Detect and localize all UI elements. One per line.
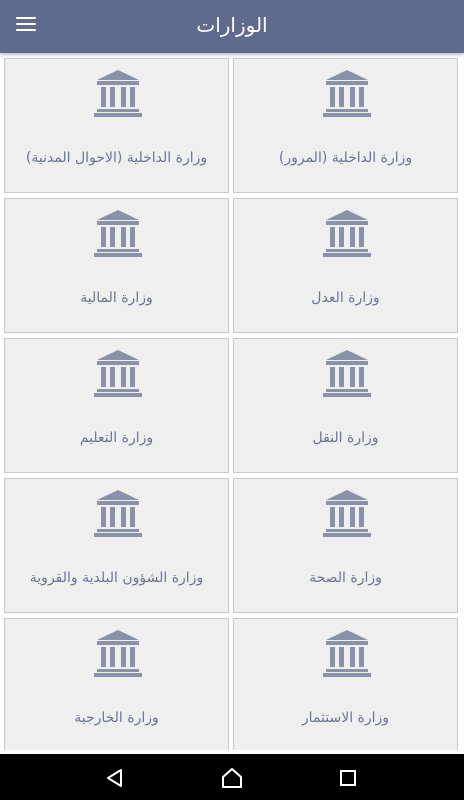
bank-building-icon bbox=[94, 490, 142, 537]
recents-square-icon[interactable] bbox=[337, 767, 359, 789]
bank-building-icon bbox=[94, 70, 142, 117]
ministry-label: وزارة الخارجية bbox=[74, 710, 159, 726]
back-triangle-icon[interactable] bbox=[104, 767, 126, 789]
ministry-label: وزارة الشؤون البلدية والقروية bbox=[29, 570, 204, 586]
ministry-label: وزارة الداخلية (الاحوال المدنية) bbox=[25, 150, 208, 166]
ministry-label: وزارة الداخلية (المرور) bbox=[278, 150, 413, 166]
ministry-card[interactable]: وزارة النقل bbox=[233, 338, 458, 473]
ministry-card[interactable]: وزارة الشؤون البلدية والقروية bbox=[4, 478, 229, 613]
bank-building-icon bbox=[94, 350, 142, 397]
bank-building-icon bbox=[323, 490, 371, 537]
ministry-card[interactable]: وزارة الداخلية (الاحوال المدنية) bbox=[4, 58, 229, 193]
bank-building-icon bbox=[323, 70, 371, 117]
ministry-label: وزارة النقل bbox=[312, 430, 379, 446]
ministry-card[interactable]: وزارة الخارجية bbox=[4, 618, 229, 750]
top-app-bar: الوزارات bbox=[0, 0, 464, 53]
bank-building-icon bbox=[323, 210, 371, 257]
ministries-grid: وزارة الداخلية (المرور) وزارة الداخلية (… bbox=[0, 53, 464, 750]
bank-building-icon bbox=[94, 630, 142, 677]
ministry-card[interactable]: وزارة الداخلية (المرور) bbox=[233, 58, 458, 193]
bank-building-icon bbox=[323, 630, 371, 677]
ministry-card[interactable]: وزارة الصحة bbox=[233, 478, 458, 613]
ministry-label: وزارة الاستثمار bbox=[301, 710, 390, 726]
ministry-label: وزارة التعليم bbox=[79, 430, 154, 446]
home-icon[interactable] bbox=[221, 767, 243, 789]
app-screen: الوزارات وزارة الداخلية (المرور) وزارة ا… bbox=[0, 0, 464, 800]
ministry-label: وزارة العدل bbox=[311, 290, 380, 306]
ministry-label: وزارة الصحة bbox=[309, 570, 382, 586]
system-navigation-bar bbox=[0, 754, 464, 800]
page-title: الوزارات bbox=[196, 13, 268, 37]
bank-building-icon bbox=[323, 350, 371, 397]
ministry-card[interactable]: وزارة التعليم bbox=[4, 338, 229, 473]
ministry-card[interactable]: وزارة الاستثمار bbox=[233, 618, 458, 750]
ministry-card[interactable]: وزارة العدل bbox=[233, 198, 458, 333]
bank-building-icon bbox=[94, 210, 142, 257]
ministry-label: وزارة المالية bbox=[80, 290, 153, 306]
ministry-card[interactable]: وزارة المالية bbox=[4, 198, 229, 333]
